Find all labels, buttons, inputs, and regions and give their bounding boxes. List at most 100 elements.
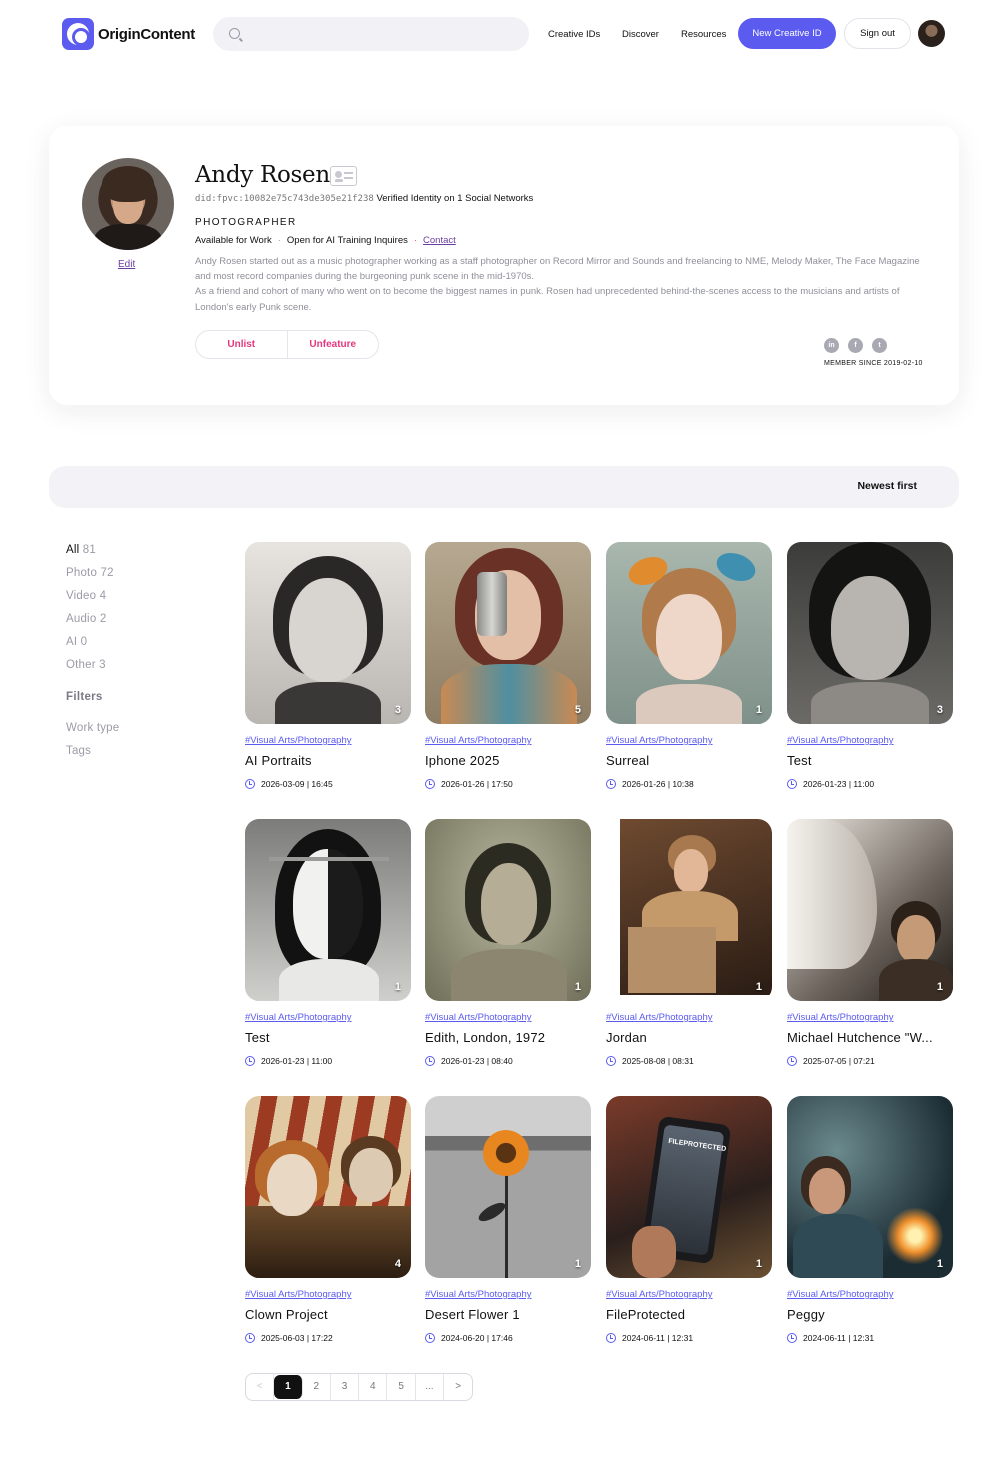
page-4[interactable]: 4 bbox=[359, 1374, 388, 1400]
work-title[interactable]: AI Portraits bbox=[245, 753, 411, 768]
work-title[interactable]: Test bbox=[787, 753, 953, 768]
work-title[interactable]: Desert Flower 1 bbox=[425, 1307, 591, 1322]
work-title[interactable]: Jordan bbox=[606, 1030, 772, 1045]
search-input[interactable] bbox=[247, 17, 517, 51]
work-thumbnail[interactable]: 3 bbox=[787, 542, 953, 724]
work-card[interactable]: FILEPROTECTED 1 #Visual Arts/Photography… bbox=[606, 1096, 772, 1366]
category-link[interactable]: #Visual Arts/Photography bbox=[425, 735, 532, 746]
filter-all[interactable]: All 81 bbox=[66, 544, 96, 556]
availability-line: Available for Work · Open for AI Training … bbox=[195, 235, 456, 246]
work-date: 2026-01-23 | 11:00 bbox=[787, 779, 874, 789]
work-date: 2024-06-11 | 12:31 bbox=[787, 1333, 874, 1343]
contact-link[interactable]: Contact bbox=[423, 235, 456, 246]
category-link[interactable]: #Visual Arts/Photography bbox=[425, 1012, 532, 1023]
work-thumbnail[interactable]: 5 bbox=[425, 542, 591, 724]
work-card[interactable]: 4 #Visual Arts/Photography Clown Project… bbox=[245, 1096, 411, 1366]
category-link[interactable]: #Visual Arts/Photography bbox=[606, 1012, 713, 1023]
work-thumbnail[interactable]: 1 bbox=[425, 1096, 591, 1278]
category-link[interactable]: #Visual Arts/Photography bbox=[787, 1012, 894, 1023]
clock-icon bbox=[606, 1333, 616, 1343]
work-thumbnail[interactable]: 1 bbox=[787, 1096, 953, 1278]
work-card[interactable]: 1 #Visual Arts/Photography Desert Flower… bbox=[425, 1096, 591, 1366]
work-date: 2024-06-20 | 17:46 bbox=[425, 1333, 513, 1343]
bio-paragraph-1: Andy Rosen started out as a music photog… bbox=[195, 256, 920, 283]
work-date: 2026-01-23 | 11:00 bbox=[245, 1056, 332, 1066]
work-thumbnail[interactable]: 3 bbox=[245, 542, 411, 724]
profile-avatar bbox=[82, 158, 174, 250]
page-3[interactable]: 3 bbox=[331, 1374, 360, 1400]
linkedin-icon[interactable]: in bbox=[824, 338, 839, 353]
facebook-icon[interactable]: f bbox=[848, 338, 863, 353]
work-thumbnail[interactable]: FILEPROTECTED 1 bbox=[606, 1096, 772, 1278]
user-avatar[interactable] bbox=[918, 20, 945, 47]
work-title[interactable]: FileProtected bbox=[606, 1307, 772, 1322]
logo[interactable]: OriginContent bbox=[62, 18, 195, 50]
media-count: 1 bbox=[755, 1258, 762, 1270]
prev-page-button[interactable]: < bbox=[246, 1374, 275, 1400]
nav-resources[interactable]: Resources bbox=[681, 29, 726, 40]
filter-video[interactable]: Video 4 bbox=[66, 590, 106, 602]
unfeature-button[interactable]: Unfeature bbox=[286, 331, 379, 358]
work-title[interactable]: Test bbox=[245, 1030, 411, 1045]
profile-bio: Andy Rosen started out as a music photog… bbox=[195, 254, 925, 315]
work-card[interactable]: 1 #Visual Arts/Photography Test 2026-01-… bbox=[245, 819, 411, 1089]
filter-photo[interactable]: Photo 72 bbox=[66, 567, 114, 579]
nav-creative-ids[interactable]: Creative IDs bbox=[548, 29, 600, 40]
work-title[interactable]: Surreal bbox=[606, 753, 772, 768]
work-card[interactable]: 3 #Visual Arts/Photography AI Portraits … bbox=[245, 542, 411, 812]
twitter-icon[interactable]: t bbox=[872, 338, 887, 353]
category-link[interactable]: #Visual Arts/Photography bbox=[606, 735, 713, 746]
filter-tags[interactable]: Tags bbox=[66, 745, 91, 757]
category-link[interactable]: #Visual Arts/Photography bbox=[787, 1289, 894, 1300]
clock-icon bbox=[606, 779, 616, 789]
work-card[interactable]: 1 #Visual Arts/Photography Michael Hutch… bbox=[787, 819, 953, 1089]
work-card[interactable]: 5 #Visual Arts/Photography Iphone 2025 2… bbox=[425, 542, 591, 812]
sign-out-button[interactable]: Sign out bbox=[844, 18, 911, 49]
media-count: 5 bbox=[574, 704, 581, 716]
category-link[interactable]: #Visual Arts/Photography bbox=[425, 1289, 532, 1300]
page-1[interactable]: 1 bbox=[274, 1375, 303, 1399]
work-date: 2026-01-26 | 17:50 bbox=[425, 779, 513, 789]
category-link[interactable]: #Visual Arts/Photography bbox=[245, 1289, 352, 1300]
work-card[interactable]: 1 #Visual Arts/Photography Jordan 2025-0… bbox=[606, 819, 772, 1089]
filter-work-type[interactable]: Work type bbox=[66, 722, 119, 734]
page-5[interactable]: 5 bbox=[387, 1374, 416, 1400]
available-for-work: Available for Work bbox=[195, 235, 272, 246]
category-link[interactable]: #Visual Arts/Photography bbox=[787, 735, 894, 746]
unlist-button[interactable]: Unlist bbox=[196, 331, 287, 358]
filter-audio[interactable]: Audio 2 bbox=[66, 613, 106, 625]
work-thumbnail[interactable]: 4 bbox=[245, 1096, 411, 1278]
work-title[interactable]: Iphone 2025 bbox=[425, 753, 591, 768]
work-title[interactable]: Clown Project bbox=[245, 1307, 411, 1322]
work-thumbnail[interactable]: 1 bbox=[606, 542, 772, 724]
category-link[interactable]: #Visual Arts/Photography bbox=[245, 1012, 352, 1023]
filter-other[interactable]: Other 3 bbox=[66, 659, 106, 671]
media-count: 3 bbox=[394, 704, 401, 716]
pagination: < 1 2 3 4 5 ... > bbox=[245, 1373, 474, 1401]
work-title[interactable]: Edith, London, 1972 bbox=[425, 1030, 591, 1045]
work-thumbnail[interactable]: 1 bbox=[787, 819, 953, 1001]
page-2[interactable]: 2 bbox=[303, 1374, 331, 1400]
work-thumbnail[interactable]: 1 bbox=[606, 819, 772, 1001]
work-card[interactable]: 1 #Visual Arts/Photography Peggy 2024-06… bbox=[787, 1096, 953, 1366]
search-bar[interactable] bbox=[213, 17, 529, 51]
profile-actions: Unlist Unfeature bbox=[195, 330, 379, 359]
work-thumbnail[interactable]: 1 bbox=[425, 819, 591, 1001]
category-link[interactable]: #Visual Arts/Photography bbox=[606, 1289, 713, 1300]
sort-select[interactable]: Newest first bbox=[857, 480, 917, 492]
work-card[interactable]: 3 #Visual Arts/Photography Test 2026-01-… bbox=[787, 542, 953, 812]
filter-ai[interactable]: AI 0 bbox=[66, 636, 87, 648]
work-card[interactable]: 1 #Visual Arts/Photography Surreal 2026-… bbox=[606, 542, 772, 812]
media-count: 1 bbox=[574, 1258, 581, 1270]
work-card[interactable]: 1 #Visual Arts/Photography Edith, London… bbox=[425, 819, 591, 1089]
nav-discover[interactable]: Discover bbox=[622, 29, 659, 40]
work-thumbnail[interactable]: 1 bbox=[245, 819, 411, 1001]
clock-icon bbox=[245, 779, 255, 789]
work-title[interactable]: Michael Hutchence "W... bbox=[787, 1030, 953, 1045]
id-card-icon[interactable] bbox=[330, 166, 357, 186]
work-title[interactable]: Peggy bbox=[787, 1307, 953, 1322]
category-link[interactable]: #Visual Arts/Photography bbox=[245, 735, 352, 746]
new-creative-id-button[interactable]: New Creative ID bbox=[738, 18, 836, 49]
edit-profile-link[interactable]: Edit bbox=[118, 259, 135, 270]
next-page-button[interactable]: > bbox=[444, 1374, 472, 1400]
